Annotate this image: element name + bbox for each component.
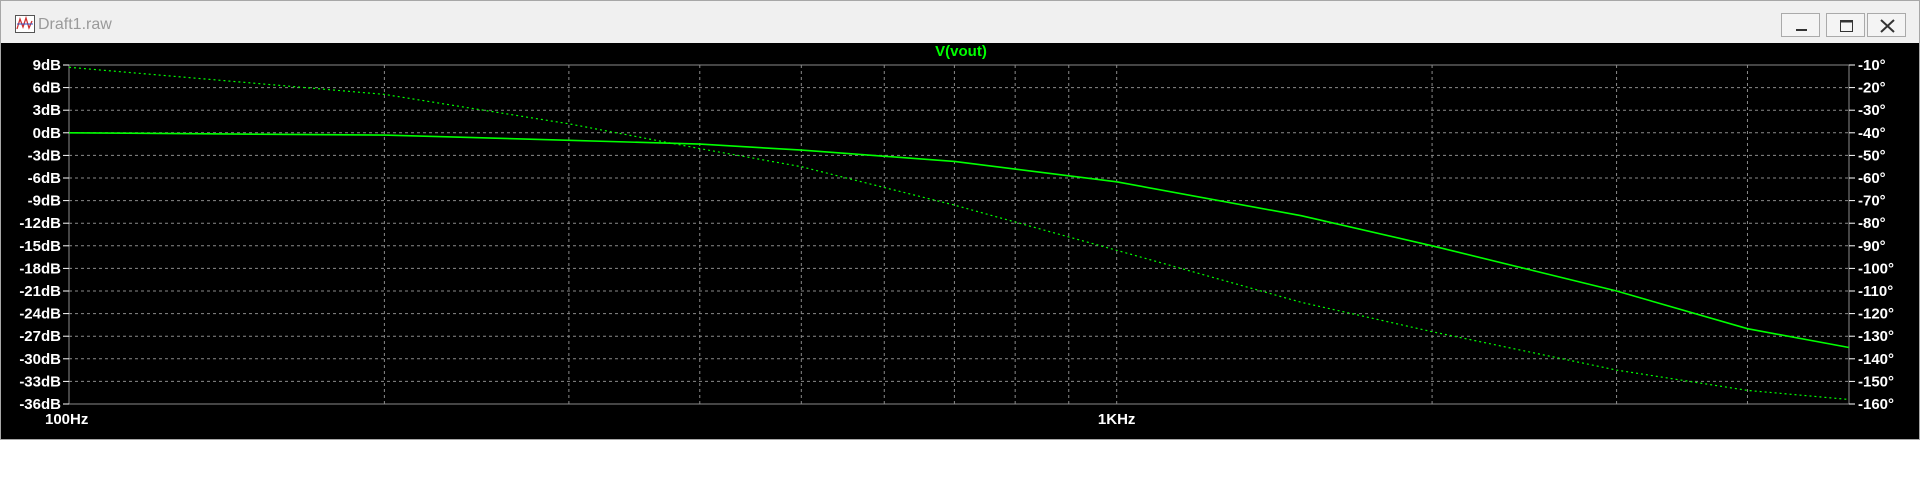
left-axis-tick-label: -6dB <box>28 170 62 187</box>
plot-frame <box>68 64 1850 405</box>
close-icon <box>1880 19 1895 33</box>
right-axis-tick-label: -10° <box>1858 57 1886 74</box>
left-axis-tick-label: -9dB <box>28 193 62 210</box>
right-axis-tick-label: -110° <box>1858 283 1893 300</box>
right-axis-tick-label: -20° <box>1858 80 1886 97</box>
bode-plot[interactable]: 9dB -10° 6dB -20° 3dB -30° 0dB -40° -3dB -50° -6dB… <box>1 43 1919 439</box>
axis-labels: 9dB -10° 6dB -20° 3dB -30° 0dB -40° -3dB -50° -6dB… <box>19 57 1894 428</box>
left-axis-tick-label: 0dB <box>33 125 62 142</box>
title-bar[interactable]: Draft1.raw <box>1 1 1919 49</box>
right-axis-tick-label: -30° <box>1858 102 1886 119</box>
left-axis-tick-label: 6dB <box>33 80 62 97</box>
right-axis-tick-label: -130° <box>1858 328 1894 345</box>
right-axis-tick-label: -160° <box>1858 396 1894 413</box>
phase-trace <box>68 66 1850 401</box>
right-axis-tick-label: -60° <box>1858 170 1886 187</box>
window-title: Draft1.raw <box>38 16 112 33</box>
left-axis-tick-label: 3dB <box>33 102 62 119</box>
right-axis-tick-label: -40° <box>1858 125 1886 142</box>
right-axis-tick-label: -120° <box>1858 306 1894 323</box>
left-axis-tick-label: -12dB <box>19 215 61 232</box>
waveform-file-icon <box>15 15 35 33</box>
left-axis-tick-label: -15dB <box>19 238 61 255</box>
left-axis-tick-label: -30dB <box>19 351 61 368</box>
minimize-button[interactable] <box>1781 13 1820 37</box>
x-axis-tick-label: 1KHz <box>1098 411 1136 428</box>
left-axis-tick-label: -33dB <box>19 373 61 390</box>
left-axis-tick-label: -24dB <box>19 306 61 323</box>
right-axis-tick-label: -140° <box>1858 351 1894 368</box>
left-axis-tick-label: -21dB <box>19 283 61 300</box>
right-axis-tick-label: -50° <box>1858 147 1886 164</box>
grid <box>63 64 1855 405</box>
right-axis-tick-label: -80° <box>1858 215 1886 232</box>
left-axis-tick-label: -3dB <box>28 147 62 164</box>
maximize-button[interactable] <box>1826 13 1865 37</box>
magnitude-trace <box>68 132 1850 349</box>
minimize-icon <box>1796 29 1807 31</box>
left-axis-tick-label: -27dB <box>19 328 61 345</box>
maximize-icon <box>1840 20 1853 32</box>
left-axis-tick-label: 9dB <box>33 57 62 74</box>
left-axis-tick-label: -18dB <box>19 260 61 277</box>
right-axis-tick-label: -90° <box>1858 238 1886 255</box>
x-axis-tick-label: 100Hz <box>45 411 88 428</box>
waveform-window: Draft1.raw V(vout) 9dB -10° 6dB -20° 3dB -30°… <box>0 0 1920 440</box>
right-axis-tick-label: -150° <box>1858 373 1894 390</box>
traces <box>68 66 1850 401</box>
close-button[interactable] <box>1867 13 1906 37</box>
right-axis-tick-label: -70° <box>1858 193 1886 210</box>
plot-pane[interactable]: V(vout) 9dB -10° 6dB -20° 3dB -30° 0dB -40° -3dB… <box>1 43 1919 439</box>
right-axis-tick-label: -100° <box>1858 260 1894 277</box>
